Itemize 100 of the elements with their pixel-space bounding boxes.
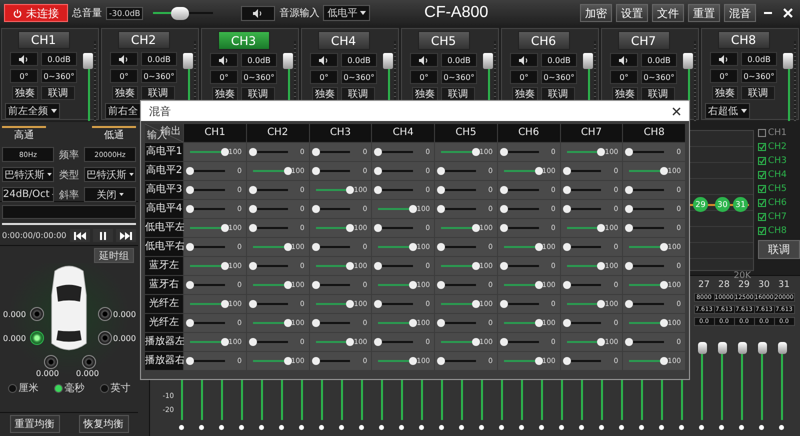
slider-thumb[interactable] [346,186,354,194]
solo-button[interactable]: 独奏 [412,87,438,101]
slider-thumb[interactable] [562,243,570,251]
toolbar-button[interactable]: 设置 [616,4,648,22]
toolbar-button[interactable]: 文件 [652,4,684,22]
gain-field[interactable]: 0.0dB [141,52,177,66]
slider-thumb[interactable] [186,319,194,327]
unit-radio[interactable]: 厘米 [8,381,38,395]
slider-thumb[interactable] [500,186,508,194]
slider-thumb[interactable] [625,262,634,270]
channel-button[interactable]: CH6 [518,31,570,50]
phase-range-field[interactable]: 0~360° [441,70,477,84]
slider-thumb[interactable] [500,224,508,232]
speaker-icon[interactable] [241,6,276,20]
volume-slider[interactable] [153,6,214,20]
slider-thumb[interactable] [625,205,634,213]
slider-thumb[interactable] [284,167,292,175]
speaker-position[interactable] [82,355,96,369]
slider-thumb[interactable] [374,167,382,175]
channel-checkbox[interactable]: CH8 [758,226,800,236]
phase-field[interactable]: 0° [310,70,338,84]
slider-thumb[interactable] [437,167,445,175]
slider-thumb[interactable] [312,148,320,156]
slider-thumb[interactable] [409,243,417,251]
slider-thumb[interactable] [284,281,292,289]
slider-thumb[interactable] [220,338,229,346]
fader-knob[interactable] [783,53,793,69]
slider-thumb[interactable] [312,357,320,365]
slider-thumb[interactable] [660,281,668,289]
channel-checkbox[interactable]: CH7 [758,212,800,222]
slider-thumb[interactable] [534,319,542,327]
radio-dot[interactable] [54,384,62,392]
gain-field[interactable]: 0.0dB [341,53,377,67]
slider-thumb[interactable] [562,205,570,213]
slider-thumb[interactable] [534,357,542,365]
fader-knob[interactable] [483,53,493,69]
slider-thumb[interactable] [472,338,480,346]
solo-button[interactable]: 独奏 [712,86,738,100]
slider-thumb[interactable] [312,167,320,175]
solo-button[interactable]: 独奏 [312,87,338,101]
slider-thumb[interactable] [220,262,229,270]
slider-thumb[interactable] [562,319,570,327]
link-button[interactable]: 联调 [41,86,75,100]
slider-thumb[interactable] [346,224,354,232]
slider-thumb[interactable] [284,319,292,327]
radio-dot[interactable] [100,384,108,392]
slider-thumb[interactable] [312,205,320,213]
slider-thumb[interactable] [312,243,320,251]
filter-select[interactable]: 24dB/Oct [2,187,54,202]
slider-thumb[interactable] [534,243,542,251]
slider-thumb[interactable] [186,205,194,213]
filter-select[interactable]: 关闭 [84,187,136,202]
slider-thumb[interactable] [562,167,570,175]
slider-thumb[interactable] [625,300,634,308]
slider-thumb[interactable] [248,262,257,270]
link-button[interactable]: 联调 [541,87,575,101]
slider-thumb[interactable] [660,319,668,327]
unit-radio[interactable]: 英寸 [100,381,130,395]
gain-field[interactable]: 0.0dB [641,53,677,67]
slider-thumb[interactable] [562,357,570,365]
channel-button[interactable]: CH5 [418,31,470,50]
speaker-icon[interactable] [10,52,38,66]
slider-thumb[interactable] [597,224,606,232]
slider-thumb[interactable] [186,186,194,194]
slider-thumb[interactable] [248,338,257,346]
slider-thumb[interactable] [437,281,445,289]
delay-group-button[interactable]: 延时组 [94,248,134,263]
phase-field[interactable]: 0° [610,70,638,84]
slider-thumb[interactable] [346,338,354,346]
slider-thumb[interactable] [500,205,508,213]
slider-thumb[interactable] [597,338,606,346]
toolbar-button[interactable]: 加密 [580,4,612,22]
slider-thumb[interactable] [562,281,570,289]
slider-thumb[interactable] [248,148,257,156]
speaker-icon[interactable] [110,52,138,66]
source-select[interactable]: 低电平 [323,5,370,21]
gain-field[interactable]: 0.0dB [241,53,277,67]
solo-button[interactable]: 独奏 [612,87,638,101]
slider-thumb[interactable] [437,243,445,251]
speaker-icon[interactable] [310,53,338,67]
slider-thumb[interactable] [346,300,354,308]
channel-button[interactable]: CH8 [718,31,770,49]
slider-thumb[interactable] [284,357,292,365]
channel-button[interactable]: CH1 [18,31,70,49]
slider-thumb[interactable] [660,357,668,365]
slider-thumb[interactable] [625,224,634,232]
phase-range-field[interactable]: 0~360° [541,70,577,84]
slider-thumb[interactable] [437,357,445,365]
slider-thumb[interactable] [346,262,354,270]
speaker-position[interactable] [30,307,44,321]
output-select[interactable]: 右超低 [705,103,750,119]
link-button[interactable]: 联调 [341,87,375,101]
slider-thumb[interactable] [248,300,257,308]
pause-button[interactable] [93,229,113,242]
slider-thumb[interactable] [500,148,508,156]
link-button[interactable]: 联调 [741,86,775,100]
toolbar-button[interactable]: 重置 [688,4,720,22]
eq-button[interactable]: 重置均衡 [10,415,60,433]
filter-select[interactable]: 巴特沃斯 [84,167,136,182]
speaker-icon[interactable] [510,53,538,67]
